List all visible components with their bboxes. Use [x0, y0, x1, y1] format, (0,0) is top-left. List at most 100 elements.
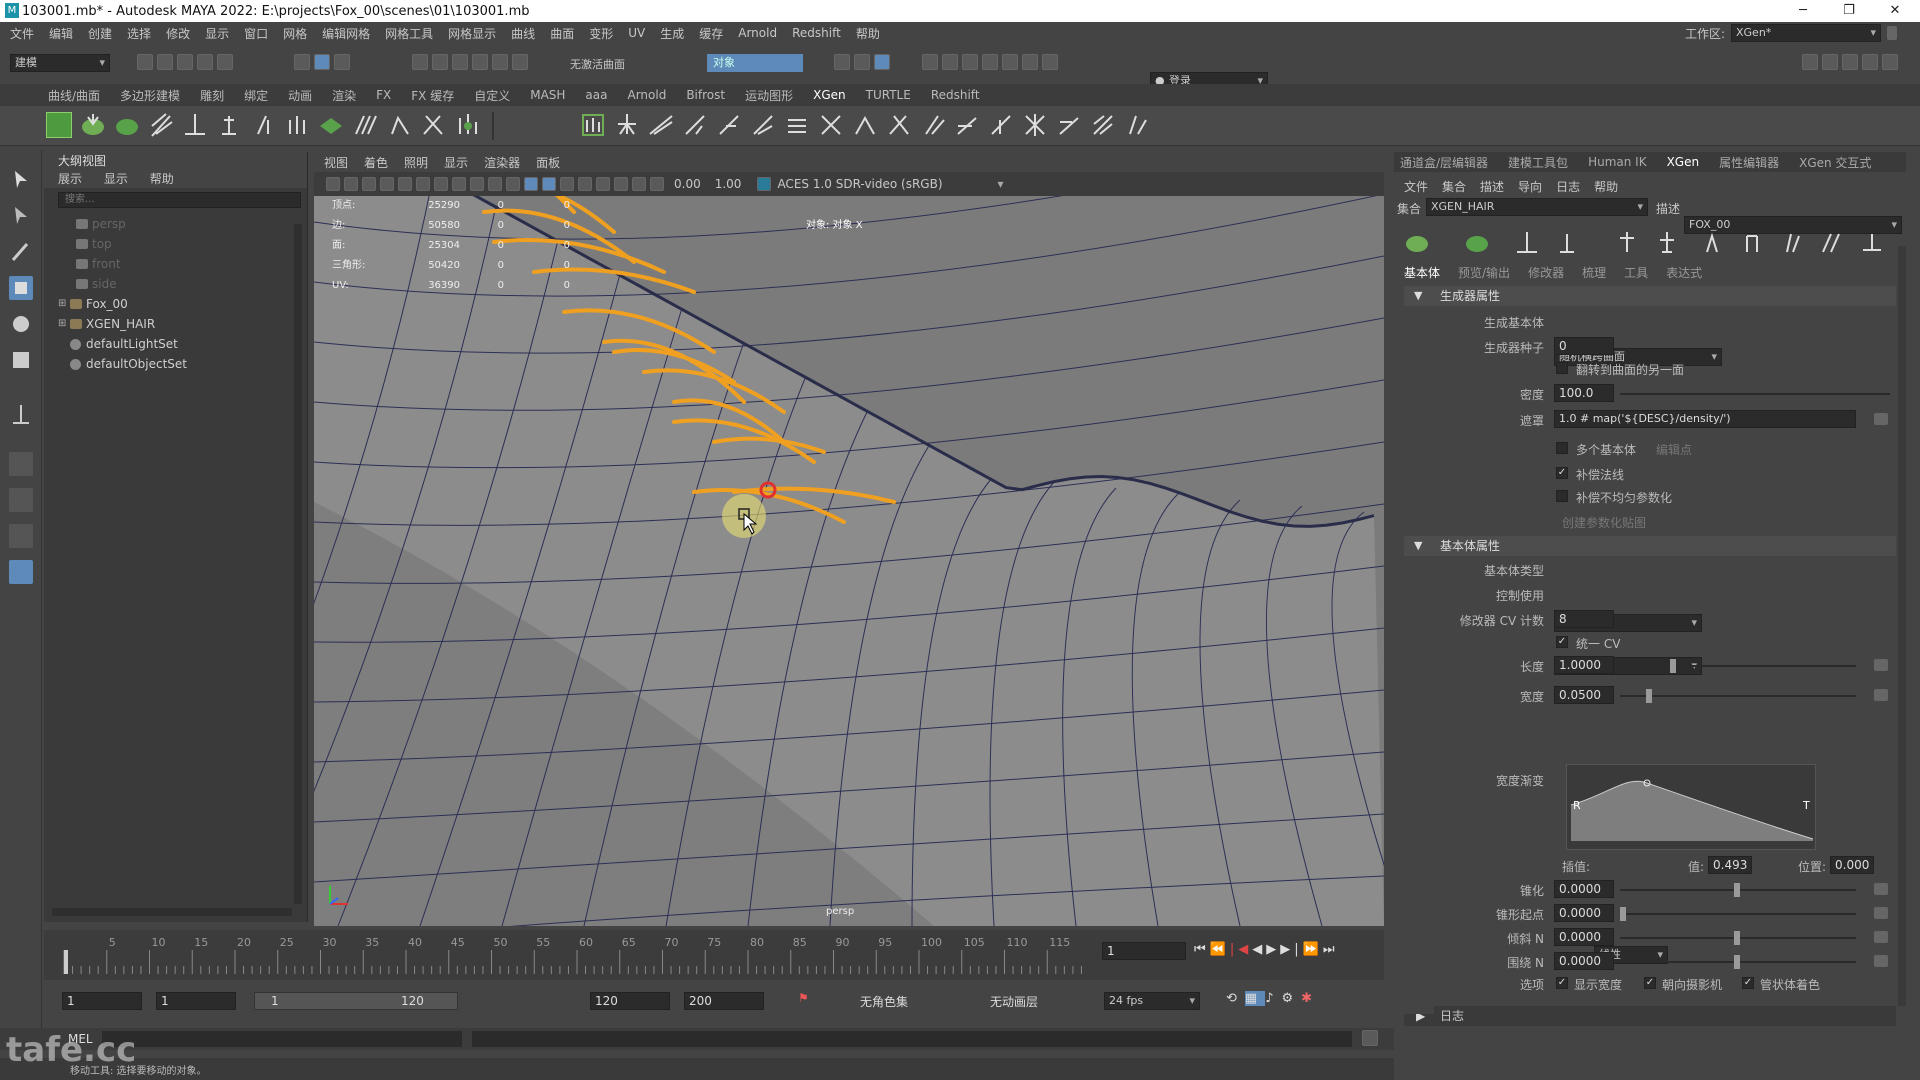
- subtab-grooming[interactable]: 梳理: [1582, 264, 1606, 281]
- modeling-toolkit-icon[interactable]: [1802, 54, 1818, 70]
- ipr-render-icon[interactable]: [922, 54, 938, 70]
- character-set-dropdown[interactable]: 无角色集: [860, 993, 908, 1010]
- generator-attributes-section[interactable]: 生成器属性: [1404, 286, 1896, 306]
- show-width-checkbox[interactable]: ✓: [1556, 977, 1568, 989]
- menu-create[interactable]: 创建: [88, 25, 112, 42]
- time-slider[interactable]: 5 10 15 20 25 30 35 40 45 50 55 60 65 70 75 80 85 90 95 100…: [44, 930, 1384, 980]
- outliner-item[interactable]: top: [44, 234, 307, 254]
- shelf-tab-aaa[interactable]: aaa: [585, 88, 607, 102]
- shelf-tab-curves[interactable]: 曲线/曲面: [48, 87, 100, 104]
- tab-human-ik[interactable]: Human IK: [1588, 155, 1647, 169]
- guide-to-curve-icon[interactable]: [1819, 230, 1845, 256]
- select-hierarchy-icon[interactable]: [294, 54, 310, 70]
- fps-dropdown[interactable]: 24 fps: [1104, 992, 1200, 1010]
- unify-cv-checkbox[interactable]: ✓: [1556, 636, 1568, 648]
- select-tool-icon[interactable]: [9, 168, 33, 192]
- shelf-tab-arnold[interactable]: Arnold: [627, 88, 666, 102]
- lasso-tool-icon[interactable]: [9, 204, 33, 228]
- subtab-expressions[interactable]: 表达式: [1666, 264, 1702, 281]
- subtab-preview-output[interactable]: 预览/输出: [1458, 264, 1510, 281]
- density-field[interactable]: 100.0: [1554, 384, 1614, 402]
- shelf-tab-motion-graphics[interactable]: 运动图形: [745, 87, 793, 104]
- menu-windows[interactable]: 窗口: [244, 25, 268, 42]
- select-object-icon[interactable]: [314, 54, 330, 70]
- convert-guides-icon[interactable]: [1739, 230, 1765, 256]
- menu-select[interactable]: 选择: [127, 25, 151, 42]
- exposure-value[interactable]: 0.00: [674, 177, 701, 191]
- compensate-normal-checkbox[interactable]: ✓: [1556, 467, 1568, 479]
- face-camera-checkbox[interactable]: ✓: [1644, 977, 1656, 989]
- playback-end-field[interactable]: 120: [590, 992, 670, 1010]
- length-brush-icon[interactable]: [682, 112, 708, 138]
- length-slider[interactable]: [1620, 659, 1856, 673]
- outliner-item[interactable]: defaultObjectSet: [44, 354, 307, 374]
- cut-guides-icon[interactable]: [420, 112, 446, 138]
- smooth-shade-icon[interactable]: [524, 177, 538, 191]
- sculpt-guide-icon[interactable]: [1554, 230, 1580, 256]
- tube-shade-checkbox[interactable]: ✓: [1742, 977, 1754, 989]
- pause-icon[interactable]: [1042, 54, 1058, 70]
- gamma-value[interactable]: 1.00: [715, 177, 742, 191]
- play-forward-icon[interactable]: ▶: [1266, 942, 1280, 957]
- part-brush-icon[interactable]: [886, 112, 912, 138]
- width-slider-handle[interactable]: [1646, 689, 1652, 703]
- menu-surfaces[interactable]: 曲面: [550, 25, 574, 42]
- shelf-tab-rigging[interactable]: 绑定: [244, 87, 268, 104]
- bend-brush-icon[interactable]: [1124, 112, 1150, 138]
- ipr-icon[interactable]: [1022, 54, 1038, 70]
- shadows-icon[interactable]: [596, 177, 610, 191]
- tab-xgen[interactable]: XGen: [1667, 155, 1700, 169]
- outliner-scrollbar[interactable]: [294, 224, 302, 904]
- menu-cache[interactable]: 缓存: [699, 25, 723, 42]
- length-slider-handle[interactable]: [1670, 659, 1676, 673]
- expand-toggle-icon[interactable]: ⊞: [58, 294, 66, 314]
- place-splines-icon[interactable]: [648, 112, 674, 138]
- primitive-attributes-section[interactable]: 基本体属性: [1404, 536, 1896, 556]
- cv-count-field[interactable]: 8: [1554, 610, 1614, 628]
- restore-button[interactable]: ❐: [1826, 0, 1872, 22]
- colorspace-dropdown[interactable]: ACES 1.0 SDR-video (sRGB): [777, 177, 997, 191]
- place-guide-icon[interactable]: [148, 112, 174, 138]
- create-description-icon[interactable]: [1404, 230, 1430, 256]
- normalize-guide-icon[interactable]: [1699, 230, 1725, 256]
- density-slider[interactable]: [1620, 393, 1890, 395]
- move-tool-icon[interactable]: [9, 276, 33, 300]
- menu-mesh[interactable]: 网格: [283, 25, 307, 42]
- current-frame-field[interactable]: 1: [1102, 942, 1186, 960]
- outliner-item[interactable]: persp: [44, 214, 307, 234]
- brush-icon[interactable]: [386, 112, 412, 138]
- xgen-panel-scrollbar[interactable]: [1898, 246, 1906, 1006]
- snap-point-icon[interactable]: [452, 54, 468, 70]
- render-settings-icon[interactable]: [942, 54, 958, 70]
- outliner-search-input[interactable]: 搜索...: [58, 192, 301, 208]
- close-button[interactable]: ✕: [1872, 0, 1918, 22]
- width-ramp-editor[interactable]: R T: [1566, 764, 1816, 850]
- cache-icon[interactable]: ▦: [1244, 991, 1266, 1006]
- create-param-map-button[interactable]: 创建参数化贴图: [1562, 514, 1646, 531]
- perspective-viewport[interactable]: 视图 着色 照明 显示 渲染器 面板 0.00 1.00 ACES 1.0 SD…: [314, 152, 1384, 926]
- outliner-item[interactable]: ⊞ Fox_00: [44, 294, 307, 314]
- select-component-icon[interactable]: [334, 54, 350, 70]
- shelf-tab-custom[interactable]: 自定义: [474, 87, 510, 104]
- lock-icon[interactable]: [1887, 26, 1897, 40]
- snap-grid-icon[interactable]: [412, 54, 428, 70]
- open-scene-icon[interactable]: [157, 54, 173, 70]
- menu-display[interactable]: 显示: [205, 25, 229, 42]
- go-to-end-icon[interactable]: ⏭: [1323, 942, 1339, 957]
- arnold-render-icon[interactable]: [982, 54, 998, 70]
- new-scene-icon[interactable]: [137, 54, 153, 70]
- step-back-key-icon[interactable]: ⏪: [1210, 942, 1230, 957]
- snap-surface-icon[interactable]: [492, 54, 508, 70]
- xgen-menu-description[interactable]: 描述: [1480, 178, 1504, 195]
- log-section[interactable]: ▶ 日志: [1404, 1006, 1896, 1026]
- rebuild-guide-icon[interactable]: [250, 112, 276, 138]
- sound-icon[interactable]: ♪: [1265, 991, 1281, 1006]
- play-backward-icon[interactable]: ◀: [1252, 942, 1266, 957]
- undo-icon[interactable]: [197, 54, 213, 70]
- tilt-field[interactable]: 0.0000: [1554, 928, 1614, 946]
- outliner-menu-help[interactable]: 帮助: [150, 172, 174, 186]
- menu-redshift[interactable]: Redshift: [792, 26, 841, 40]
- redshift-render-icon[interactable]: [1002, 54, 1018, 70]
- length-field[interactable]: 1.0000: [1554, 656, 1614, 674]
- sculpt-guide-icon[interactable]: [216, 112, 242, 138]
